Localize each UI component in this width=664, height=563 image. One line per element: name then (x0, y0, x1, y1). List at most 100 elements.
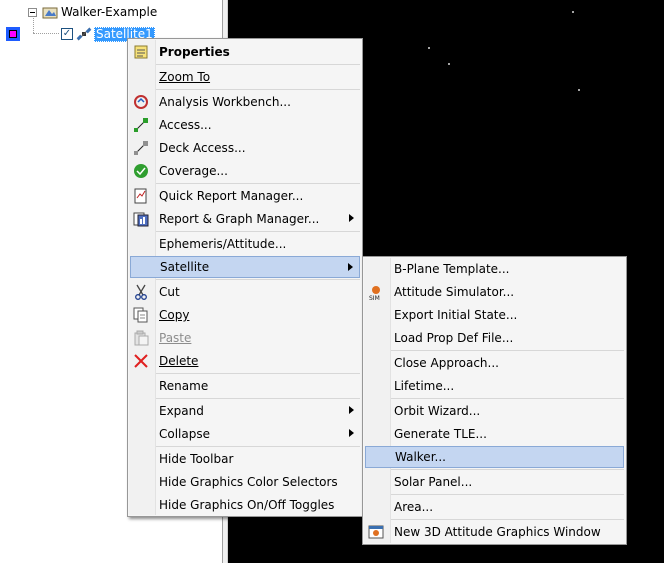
color-selector[interactable] (6, 27, 20, 41)
menu-item-hide-color-selectors[interactable]: Hide Graphics Color Selectors (130, 471, 360, 493)
submenu-item-solar-panel[interactable]: Solar Panel... (365, 471, 624, 493)
menu-label: Coverage... (159, 164, 228, 178)
menu-separator (156, 89, 360, 90)
menu-label: Solar Panel... (394, 475, 473, 489)
paste-icon (133, 330, 149, 346)
menu-label: Deck Access... (159, 141, 246, 155)
submenu-item-area[interactable]: Area... (365, 496, 624, 518)
menu-separator (156, 183, 360, 184)
submenu-arrow-icon (348, 263, 353, 271)
submenu-arrow-icon (349, 214, 354, 222)
menu-item-hide-toolbar[interactable]: Hide Toolbar (130, 448, 360, 470)
report-graph-icon (133, 211, 149, 227)
menu-separator (156, 398, 360, 399)
satellite-submenu: B-Plane Template... SIM Attitude Simulat… (362, 256, 627, 545)
analysis-workbench-icon (133, 94, 149, 110)
menu-label: Analysis Workbench... (159, 95, 291, 109)
menu-item-coverage[interactable]: Coverage... (130, 160, 360, 182)
menu-separator (156, 231, 360, 232)
menu-label: Report & Graph Manager... (159, 212, 320, 226)
menu-item-zoom-to[interactable]: Zoom To (130, 66, 360, 88)
graphics-toggle-checkbox[interactable]: ✓ (61, 28, 73, 40)
submenu-item-bplane-template[interactable]: B-Plane Template... (365, 258, 624, 280)
collapse-toggle-icon[interactable] (28, 7, 37, 17)
menu-label: Export Initial State... (394, 308, 518, 322)
menu-label: Hide Graphics On/Off Toggles (159, 498, 335, 512)
menu-item-analysis-workbench[interactable]: Analysis Workbench... (130, 91, 360, 113)
menu-separator (391, 519, 624, 520)
menu-separator (391, 350, 624, 351)
menu-label: New 3D Attitude Graphics Window (394, 525, 601, 539)
submenu-item-orbit-wizard[interactable]: Orbit Wizard... (365, 400, 624, 422)
tree-node-scenario[interactable]: Walker-Example (28, 3, 157, 21)
deck-access-icon (133, 140, 149, 156)
menu-label: Copy (159, 308, 190, 322)
copy-icon (133, 307, 149, 323)
menu-label: Ephemeris/Attitude... (159, 237, 287, 251)
menu-separator (156, 64, 360, 65)
menu-label: B-Plane Template... (394, 262, 510, 276)
menu-item-satellite[interactable]: Satellite (130, 256, 360, 278)
menu-label: Delete (159, 354, 199, 368)
menu-label: Hide Graphics Color Selectors (159, 475, 338, 489)
menu-label: Attitude Simulator... (394, 285, 515, 299)
menu-item-paste[interactable]: Paste (130, 327, 360, 349)
menu-label: Paste (159, 331, 192, 345)
menu-label: Hide Toolbar (159, 452, 234, 466)
menu-item-ephemeris-attitude[interactable]: Ephemeris/Attitude... (130, 233, 360, 255)
menu-label: Zoom To (159, 70, 211, 84)
menu-item-properties[interactable]: Properties (130, 41, 360, 63)
submenu-item-load-prop-def-file[interactable]: Load Prop Def File... (365, 327, 624, 349)
menu-label: Area... (394, 500, 434, 514)
star (448, 63, 450, 65)
submenu-item-lifetime[interactable]: Lifetime... (365, 375, 624, 397)
menu-item-expand[interactable]: Expand (130, 400, 360, 422)
menu-label: Access... (159, 118, 212, 132)
quick-report-icon (133, 188, 149, 204)
menu-label: Load Prop Def File... (394, 331, 514, 345)
coverage-icon (133, 163, 149, 179)
submenu-item-export-initial-state[interactable]: Export Initial State... (365, 304, 624, 326)
submenu-arrow-icon (349, 406, 354, 414)
menu-item-rename[interactable]: Rename (130, 375, 360, 397)
menu-item-delete[interactable]: Delete (130, 350, 360, 372)
submenu-arrow-icon (349, 429, 354, 437)
menu-label: Quick Report Manager... (159, 189, 304, 203)
menu-item-report-graph-manager[interactable]: Report & Graph Manager... (130, 208, 360, 230)
attitude-sim-icon: SIM (368, 284, 384, 300)
menu-label: Properties (159, 45, 230, 59)
menu-item-access[interactable]: Access... (130, 114, 360, 136)
color-swatch (9, 30, 17, 38)
menu-label: Collapse (159, 427, 210, 441)
menu-label: Close Approach... (394, 356, 499, 370)
menu-item-quick-report-manager[interactable]: Quick Report Manager... (130, 185, 360, 207)
menu-separator (156, 446, 360, 447)
menu-label: Orbit Wizard... (394, 404, 481, 418)
menu-label: Satellite (160, 260, 210, 274)
submenu-item-close-approach[interactable]: Close Approach... (365, 352, 624, 374)
attitude-graphics-icon (368, 524, 384, 540)
context-menu: Properties Zoom To Analysis Workbench...… (127, 38, 363, 517)
menu-item-collapse[interactable]: Collapse (130, 423, 360, 445)
submenu-item-walker[interactable]: Walker... (365, 446, 624, 468)
menu-item-cut[interactable]: Cut (130, 281, 360, 303)
submenu-item-generate-tle[interactable]: Generate TLE... (365, 423, 624, 445)
submenu-item-new-3d-attitude-window[interactable]: New 3D Attitude Graphics Window (365, 521, 624, 543)
tree-connector (33, 33, 59, 34)
star (572, 11, 574, 13)
submenu-item-attitude-simulator[interactable]: SIM Attitude Simulator... (365, 281, 624, 303)
menu-item-hide-onoff-toggles[interactable]: Hide Graphics On/Off Toggles (130, 494, 360, 516)
menu-item-deck-access[interactable]: Deck Access... (130, 137, 360, 159)
menu-item-copy[interactable]: Copy (130, 304, 360, 326)
delete-x-icon (133, 353, 149, 369)
svg-text:SIM: SIM (369, 295, 380, 300)
menu-separator (391, 469, 624, 470)
star (578, 89, 580, 91)
menu-separator (156, 279, 360, 280)
scenario-label[interactable]: Walker-Example (61, 5, 157, 19)
menu-label: Expand (159, 404, 204, 418)
scissors-icon (133, 284, 149, 300)
menu-separator (391, 494, 624, 495)
menu-label: Cut (159, 285, 180, 299)
menu-label: Lifetime... (394, 379, 455, 393)
